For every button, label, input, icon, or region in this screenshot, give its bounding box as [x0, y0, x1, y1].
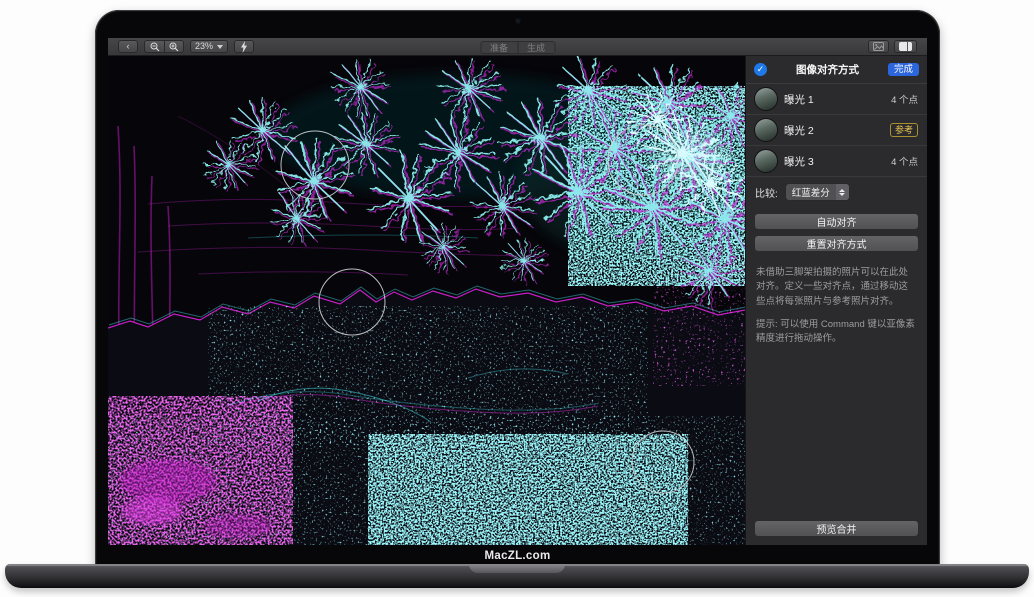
- zoom-in-button[interactable]: [164, 40, 184, 53]
- zoom-out-icon: [150, 42, 160, 52]
- back-button[interactable]: ‹: [118, 40, 138, 53]
- exposure-label: 曝光 1: [784, 92, 884, 107]
- exposure-thumbnail: [755, 119, 777, 141]
- zoom-level-select[interactable]: 23%: [190, 40, 228, 53]
- brand-label: MacZL.com: [95, 550, 940, 562]
- sidebar-toggle-button[interactable]: [894, 40, 917, 53]
- zoom-controls: [144, 40, 184, 53]
- status-check-icon: ✓: [754, 63, 767, 76]
- app-window: ‹: [108, 38, 927, 545]
- preview-merge-button[interactable]: 预览合并: [754, 520, 919, 537]
- exposure-points-count: 4 个点: [891, 154, 918, 168]
- photo-icon: [873, 42, 884, 51]
- compare-value: 红蓝差分: [786, 184, 836, 200]
- alignment-description: 未借助三脚架拍摄的照片可以在此处对齐。定义一些对齐点，通过移动这些点将每张照片与…: [756, 266, 917, 309]
- exposure-thumbnail: [755, 88, 777, 110]
- exposure-thumbnail: [755, 150, 777, 172]
- laptop-base: [5, 564, 1029, 588]
- exposure-label: 曝光 3: [784, 154, 884, 169]
- sidebar-header: ✓ 图像对齐方式 完成: [746, 56, 927, 84]
- media-browser-button[interactable]: [868, 40, 889, 53]
- zoom-in-icon: [169, 42, 179, 52]
- chevron-down-icon: [217, 45, 223, 49]
- content-area: ✓ 图像对齐方式 完成 曝光 1 4 个点 曝光 2 参考: [108, 56, 927, 545]
- exposure-label: 曝光 2: [784, 123, 883, 138]
- chevron-up-icon: [839, 189, 845, 192]
- done-button[interactable]: 完成: [888, 63, 919, 77]
- webcam-icon: [515, 18, 521, 24]
- alignment-canvas[interactable]: [108, 56, 745, 545]
- sidebar-icon: [899, 42, 912, 51]
- compare-row: 比较: 红蓝差分: [746, 177, 927, 207]
- stepper-icon: [836, 184, 849, 200]
- laptop-screen: ‹: [95, 10, 940, 566]
- toolbar-right: [868, 40, 917, 53]
- lid-notch: [469, 564, 565, 573]
- difference-image: [108, 56, 745, 545]
- compare-select[interactable]: 红蓝差分: [785, 183, 850, 201]
- sidebar-title: 图像对齐方式: [773, 62, 882, 77]
- zoom-level-value: 23%: [195, 42, 213, 51]
- exposure-points-count: 4 个点: [891, 92, 918, 106]
- reference-badge: 参考: [890, 123, 918, 137]
- flash-button[interactable]: [234, 40, 254, 53]
- back-icon: ‹: [127, 42, 130, 51]
- macbook-mockup: ‹: [0, 0, 1034, 597]
- tab-prepare[interactable]: 准备: [480, 41, 517, 54]
- flash-icon: [240, 41, 248, 53]
- exposure-row[interactable]: 曝光 3 4 个点: [746, 146, 927, 177]
- alignment-sidebar: ✓ 图像对齐方式 完成 曝光 1 4 个点 曝光 2 参考: [745, 56, 927, 545]
- exposure-row[interactable]: 曝光 2 参考: [746, 115, 927, 146]
- toolbar: ‹: [108, 38, 927, 56]
- exposure-row[interactable]: 曝光 1 4 个点: [746, 84, 927, 115]
- alignment-tip: 提示: 可以使用 Command 键以亚像素精度进行拖动操作。: [756, 318, 917, 347]
- tab-generate[interactable]: 生成: [517, 41, 555, 54]
- compare-label: 比较:: [755, 185, 778, 200]
- auto-align-button[interactable]: 自动对齐: [754, 213, 919, 230]
- zoom-out-button[interactable]: [144, 40, 164, 53]
- mode-tabs: 准备 生成: [480, 41, 555, 54]
- chevron-down-icon: [839, 193, 845, 196]
- reset-align-button[interactable]: 重置对齐方式: [754, 235, 919, 252]
